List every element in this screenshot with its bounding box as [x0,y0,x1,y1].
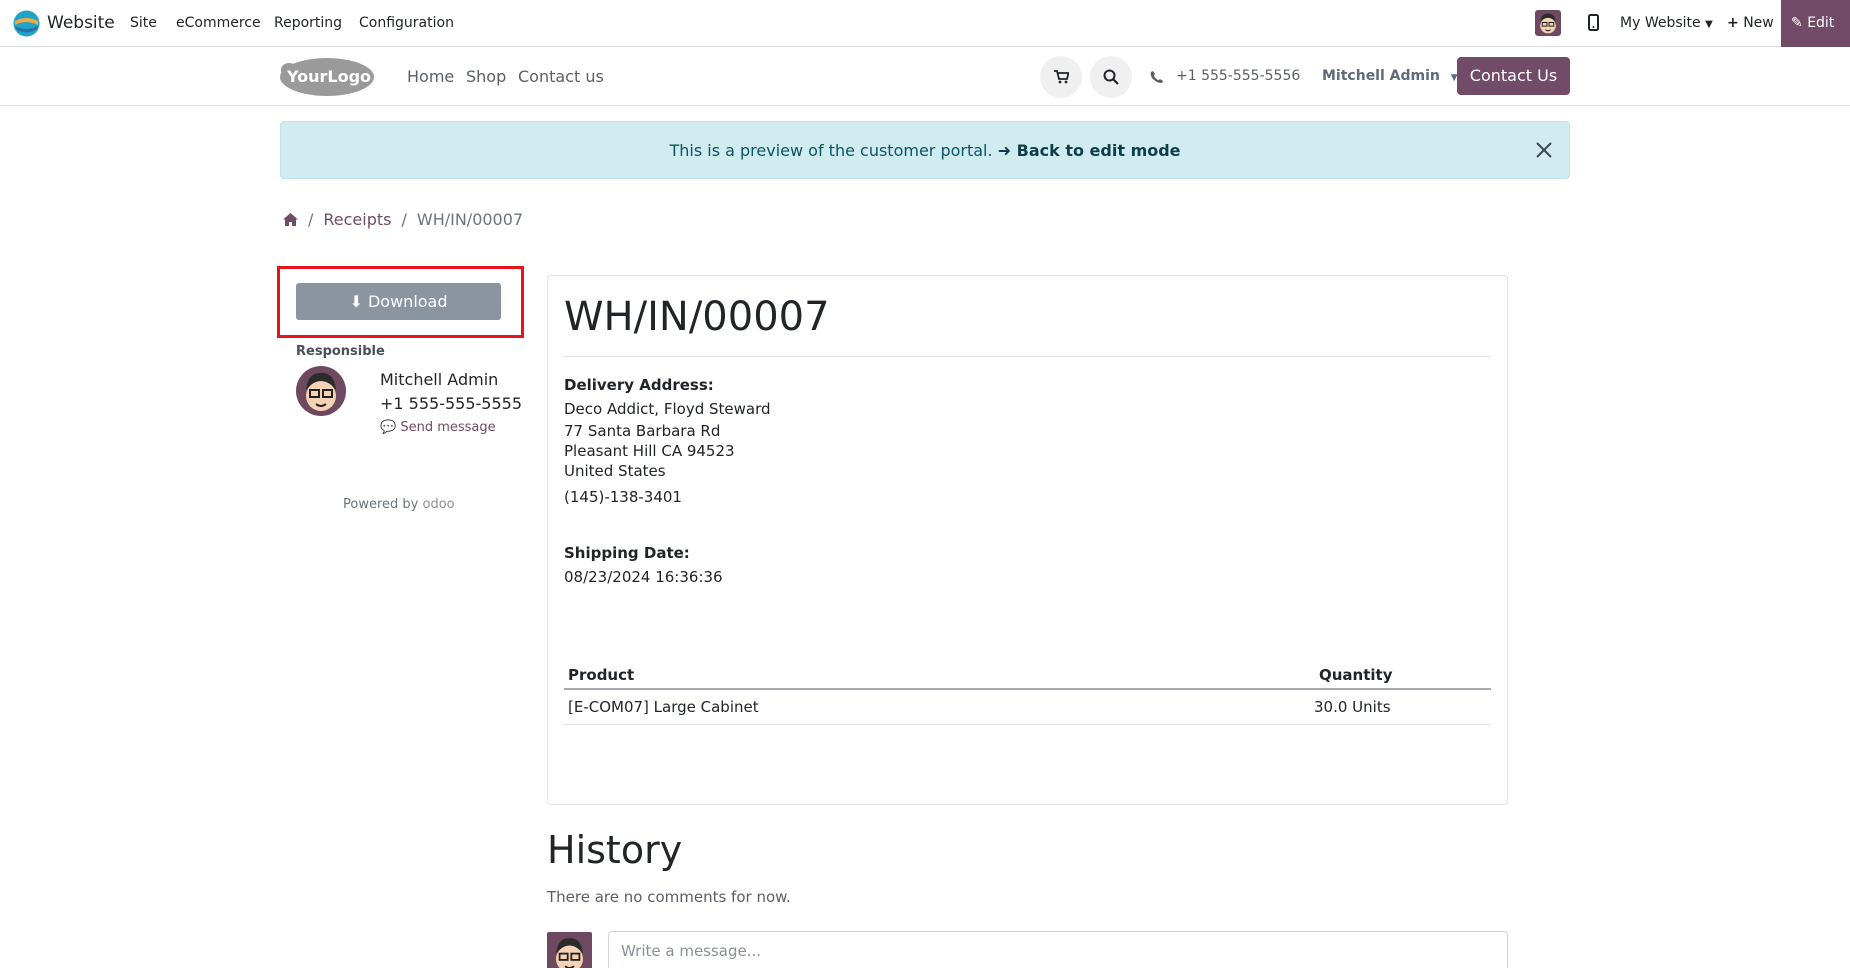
preview-alert: This is a preview of the customer portal… [280,121,1570,179]
shipping-date: 08/23/2024 16:36:36 [564,568,723,586]
responsible-name: Mitchell Admin [380,370,499,389]
website-header: YourLogo Home Shop Contact us +1 555-555… [0,47,1850,106]
composer-avatar [547,932,592,968]
table-header: Product Quantity [564,660,1491,690]
cart-icon [1053,70,1069,84]
header-phone[interactable]: +1 555-555-5556 [1176,68,1300,84]
breadcrumb-current: WH/IN/00007 [416,210,524,229]
contact-us-button[interactable]: Contact Us [1457,57,1570,95]
website-app-icon[interactable] [13,10,40,37]
comment-icon: 💬 [380,420,397,435]
new-button[interactable]: + New [1727,15,1774,31]
website-switcher-label: My Website [1620,15,1701,31]
user-avatar[interactable] [1535,10,1561,36]
app-name[interactable]: Website [47,13,115,33]
powered-by: Powered by odoo [343,497,455,512]
avatar-icon [1535,10,1561,36]
menu-ecommerce[interactable]: eCommerce [176,15,261,31]
plus-icon: + [1727,15,1739,31]
alert-message: This is a preview of the customer portal… [669,141,993,160]
download-label: Download [367,292,448,311]
website-switcher[interactable]: My Website ▼ [1620,15,1713,31]
user-menu[interactable]: Mitchell Admin ▼ [1322,68,1458,84]
divider [564,356,1491,357]
odoo-top-bar: Website Site eCommerce Reporting Configu… [0,0,1850,47]
avatar-icon [547,932,592,968]
user-menu-label: Mitchell Admin [1322,68,1440,84]
avatar-icon [296,366,346,416]
home-icon[interactable] [283,213,298,226]
close-icon[interactable] [1532,138,1556,162]
logo-text: YourLogo [286,67,371,86]
responsible-avatar [296,366,346,416]
address-line: Pleasant Hill CA 94523 [564,442,735,460]
download-button[interactable]: ⬇ Download [296,283,501,320]
breadcrumb-separator: / [401,210,407,229]
column-product: Product [568,666,635,684]
powered-by-label: Powered by [343,497,419,512]
nav-shop[interactable]: Shop [466,67,506,86]
back-to-edit-label: Back to edit mode [1016,141,1181,160]
menu-reporting[interactable]: Reporting [274,15,342,31]
table-row: [E-COM07] Large Cabinet 30.0 Units [564,690,1491,725]
responsible-label: Responsible [296,344,385,359]
cart-button[interactable] [1040,56,1082,98]
search-button[interactable] [1090,56,1132,98]
address-phone: (145)-138-3401 [564,488,682,506]
responsible-phone: +1 555-555-5555 [380,394,523,413]
edit-button[interactable]: ✎ Edit [1781,0,1850,47]
breadcrumb-receipts[interactable]: Receipts [323,210,391,229]
back-to-edit-link[interactable]: ➜ Back to edit mode [998,141,1181,160]
document-title: WH/IN/00007 [564,294,830,340]
receipt-card: WH/IN/00007 Delivery Address: Deco Addic… [547,275,1508,805]
search-icon [1103,69,1119,85]
download-icon: ⬇ [349,292,363,311]
mobile-preview-icon[interactable] [1588,14,1599,31]
caret-down-icon: ▼ [1705,19,1713,30]
product-cell: [E-COM07] Large Cabinet [568,698,759,716]
message-input[interactable] [608,931,1508,968]
address-line: United States [564,462,666,480]
nav-contact[interactable]: Contact us [518,67,604,86]
pencil-icon: ✎ [1791,15,1803,31]
odoo-brand[interactable]: odoo [423,497,455,512]
send-message-link[interactable]: 💬 Send message [380,420,496,435]
menu-configuration[interactable]: Configuration [359,15,454,31]
address-line: 77 Santa Barbara Rd [564,422,721,440]
menu-site[interactable]: Site [130,15,157,31]
shipping-date-label: Shipping Date: [564,544,690,562]
column-quantity: Quantity [1319,666,1393,684]
site-logo[interactable]: YourLogo [279,57,375,97]
history-title: History [547,828,683,872]
delivery-address-label: Delivery Address: [564,376,714,394]
edit-label: Edit [1807,15,1835,31]
nav-home[interactable]: Home [407,67,454,86]
arrow-right-icon: ➜ [997,141,1012,160]
address-line: Deco Addict, Floyd Steward [564,400,771,418]
phone-icon [1150,69,1164,88]
breadcrumb: / Receipts / WH/IN/00007 [283,210,523,229]
breadcrumb-separator: / [308,210,314,229]
new-label: New [1743,15,1774,31]
send-message-label: Send message [400,420,496,435]
quantity-cell: 30.0 Units [1314,698,1391,716]
no-comments-text: There are no comments for now. [547,888,791,906]
